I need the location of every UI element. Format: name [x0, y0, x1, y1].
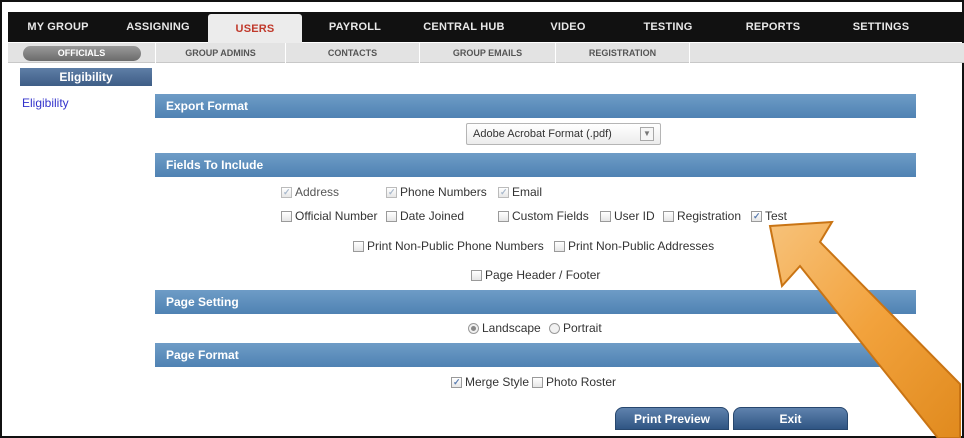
date-joined-checkbox[interactable]	[386, 210, 397, 222]
tab-assigning[interactable]: ASSIGNING	[108, 12, 208, 42]
tab-video[interactable]: VIDEO	[520, 12, 616, 42]
field-official-number[interactable]: Official Number	[281, 209, 377, 223]
tab-users[interactable]: USERS	[208, 14, 302, 44]
option-landscape[interactable]: Landscape	[468, 321, 541, 335]
phone-numbers-checkbox[interactable]	[386, 186, 397, 198]
field-user-id[interactable]: User ID	[600, 209, 655, 223]
user-id-label: User ID	[614, 209, 655, 223]
photo-roster-label: Photo Roster	[546, 375, 617, 389]
tab-settings[interactable]: SETTINGS	[826, 12, 936, 42]
user-id-checkbox[interactable]	[600, 210, 611, 222]
portrait-radio[interactable]	[549, 322, 560, 334]
subtab-group-admins[interactable]: GROUP ADMINS	[156, 42, 286, 63]
sidebar-link-eligibility[interactable]: Eligibility	[22, 96, 69, 110]
nonpublic-addresses-checkbox[interactable]	[554, 240, 565, 252]
address-checkbox[interactable]	[281, 186, 292, 198]
section-export-format: Export Format	[155, 94, 916, 118]
field-header-footer[interactable]: Page Header / Footer	[471, 268, 600, 282]
nonpublic-phones-label: Print Non-Public Phone Numbers	[367, 239, 544, 253]
header-footer-checkbox[interactable]	[471, 269, 482, 281]
tab-my-group[interactable]: MY GROUP	[8, 12, 108, 42]
option-merge-style[interactable]: Merge Style	[451, 375, 529, 389]
email-label: Email	[512, 185, 543, 199]
registration-label: Registration	[677, 209, 742, 223]
export-format-value: Adobe Acrobat Format (.pdf)	[473, 128, 612, 140]
field-nonpublic-phones[interactable]: Print Non-Public Phone Numbers	[353, 239, 544, 253]
field-date-joined[interactable]: Date Joined	[386, 209, 464, 223]
photo-roster-checkbox[interactable]	[532, 376, 543, 388]
top-nav: MY GROUP ASSIGNING USERS PAYROLL CENTRAL…	[8, 12, 964, 44]
landscape-label: Landscape	[482, 321, 541, 335]
email-checkbox[interactable]	[498, 186, 509, 198]
phone-numbers-label: Phone Numbers	[400, 185, 487, 199]
tab-reports[interactable]: REPORTS	[720, 12, 826, 42]
subtab-officials-label: OFFICIALS	[22, 45, 141, 61]
header-footer-label: Page Header / Footer	[485, 268, 601, 282]
landscape-radio[interactable]	[468, 322, 479, 334]
option-portrait[interactable]: Portrait	[549, 321, 602, 335]
print-preview-button[interactable]: Print Preview	[615, 407, 729, 430]
section-fields-to-include: Fields To Include	[155, 153, 916, 177]
field-custom-fields[interactable]: Custom Fields	[498, 209, 589, 223]
subtab-group-emails[interactable]: GROUP EMAILS	[420, 42, 556, 63]
nonpublic-addresses-label: Print Non-Public Addresses	[568, 239, 715, 253]
subtab-registration[interactable]: REGISTRATION	[556, 42, 690, 63]
custom-fields-label: Custom Fields	[512, 209, 589, 223]
field-registration[interactable]: Registration	[663, 209, 741, 223]
address-label: Address	[295, 185, 340, 199]
export-format-select[interactable]: Adobe Acrobat Format (.pdf) ▼	[466, 123, 661, 145]
chevron-down-icon[interactable]: ▼	[640, 127, 654, 141]
option-photo-roster[interactable]: Photo Roster	[532, 375, 616, 389]
merge-style-label: Merge Style	[465, 375, 530, 389]
annotation-arrow-icon	[768, 220, 961, 438]
tab-testing[interactable]: TESTING	[616, 12, 720, 42]
official-number-checkbox[interactable]	[281, 210, 292, 222]
custom-fields-checkbox[interactable]	[498, 210, 509, 222]
tab-payroll[interactable]: PAYROLL	[302, 12, 408, 42]
field-nonpublic-addresses[interactable]: Print Non-Public Addresses	[554, 239, 714, 253]
sub-nav: OFFICIALS GROUP ADMINS CONTACTS GROUP EM…	[8, 42, 964, 63]
official-number-label: Official Number	[295, 209, 378, 223]
subtab-officials[interactable]: OFFICIALS	[8, 42, 156, 63]
field-address[interactable]: Address	[281, 185, 339, 199]
merge-style-checkbox[interactable]	[451, 376, 462, 388]
subtab-contacts[interactable]: CONTACTS	[286, 42, 420, 63]
nonpublic-phones-checkbox[interactable]	[353, 240, 364, 252]
date-joined-label: Date Joined	[400, 209, 465, 223]
field-phone-numbers[interactable]: Phone Numbers	[386, 185, 487, 199]
portrait-label: Portrait	[563, 321, 602, 335]
registration-checkbox[interactable]	[663, 210, 674, 222]
tab-central-hub[interactable]: CENTRAL HUB	[408, 12, 520, 42]
sidebar-header: Eligibility	[20, 68, 152, 86]
field-email[interactable]: Email	[498, 185, 542, 199]
